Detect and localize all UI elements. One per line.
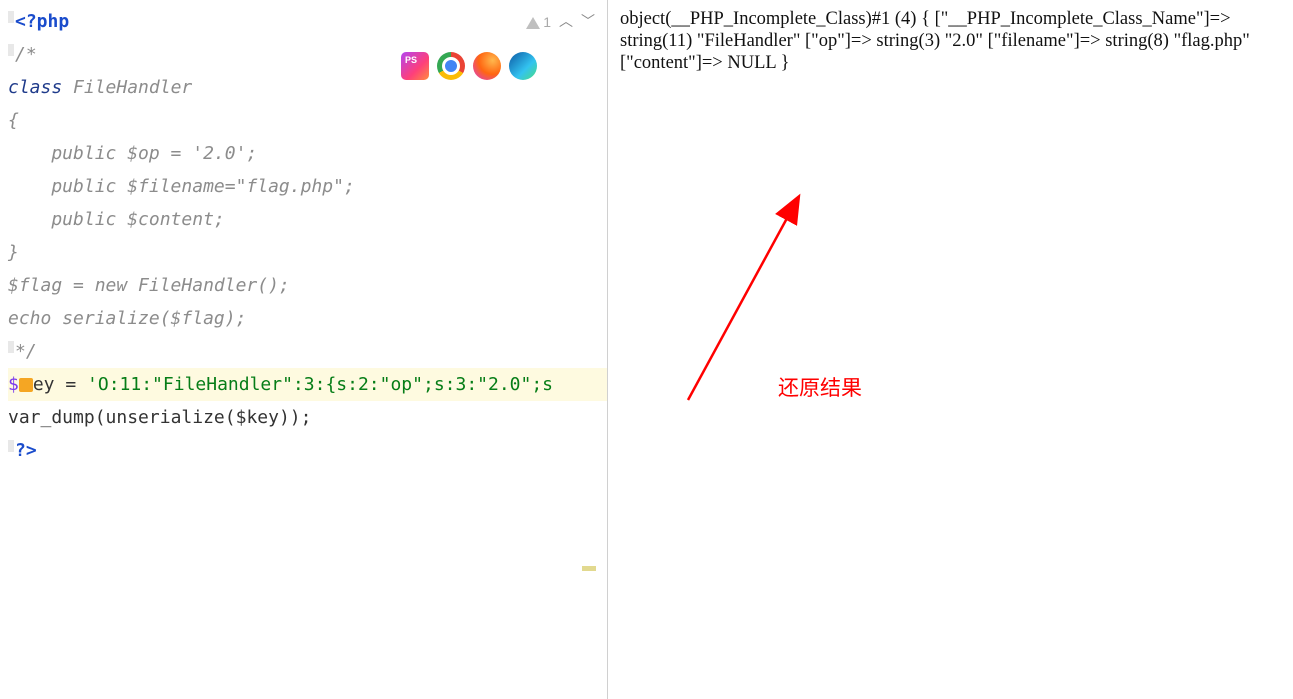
warning-count: 1 [543,6,551,39]
nav-down-icon[interactable]: ﹀ [581,6,595,39]
brace-open: { [8,104,607,137]
flag-assign: $flag = new FileHandler(); [8,269,607,302]
chrome-icon[interactable] [437,52,465,80]
scroll-marker [582,566,596,571]
key-assignment-line: $ey = 'O:11:"FileHandler":3:{s:2:"op";s:… [8,368,607,401]
php-open-tag: <?php [15,11,69,32]
annotation-label: 还原结果 [778,378,862,400]
code-editor-pane[interactable]: 1 ︿ ﹀ <?php /* class FileHandler { publi… [0,0,608,699]
php-close-tag: ?> [15,440,37,461]
firefox-icon[interactable] [473,52,501,80]
php-output-text: object(__PHP_Incomplete_Class)#1 (4) { [… [620,8,1281,74]
comment-open: /* [15,44,37,65]
brace-close: } [8,236,607,269]
comment-close: */ [15,341,37,362]
prop-filename: public $filename="flag.php"; [8,170,607,203]
nav-up-icon[interactable]: ︿ [559,6,573,39]
browser-preview-bar [401,52,537,80]
edge-icon[interactable] [509,52,537,80]
cursor-icon [19,378,33,392]
editor-status-bar: 1 ︿ ﹀ [526,6,595,39]
class-name: FileHandler [73,77,192,98]
warning-indicator[interactable]: 1 [526,6,551,39]
echo-serialize: echo serialize($flag); [8,302,607,335]
output-pane: object(__PHP_Incomplete_Class)#1 (4) { [… [608,0,1293,699]
phpstorm-icon[interactable] [401,52,429,80]
prop-op: public $op = '2.0'; [8,137,607,170]
prop-content: public $content; [8,203,607,236]
keyword-class: class [8,77,73,98]
warning-icon [526,17,540,29]
vardump-line: var_dump(unserialize($key)); [8,401,607,434]
